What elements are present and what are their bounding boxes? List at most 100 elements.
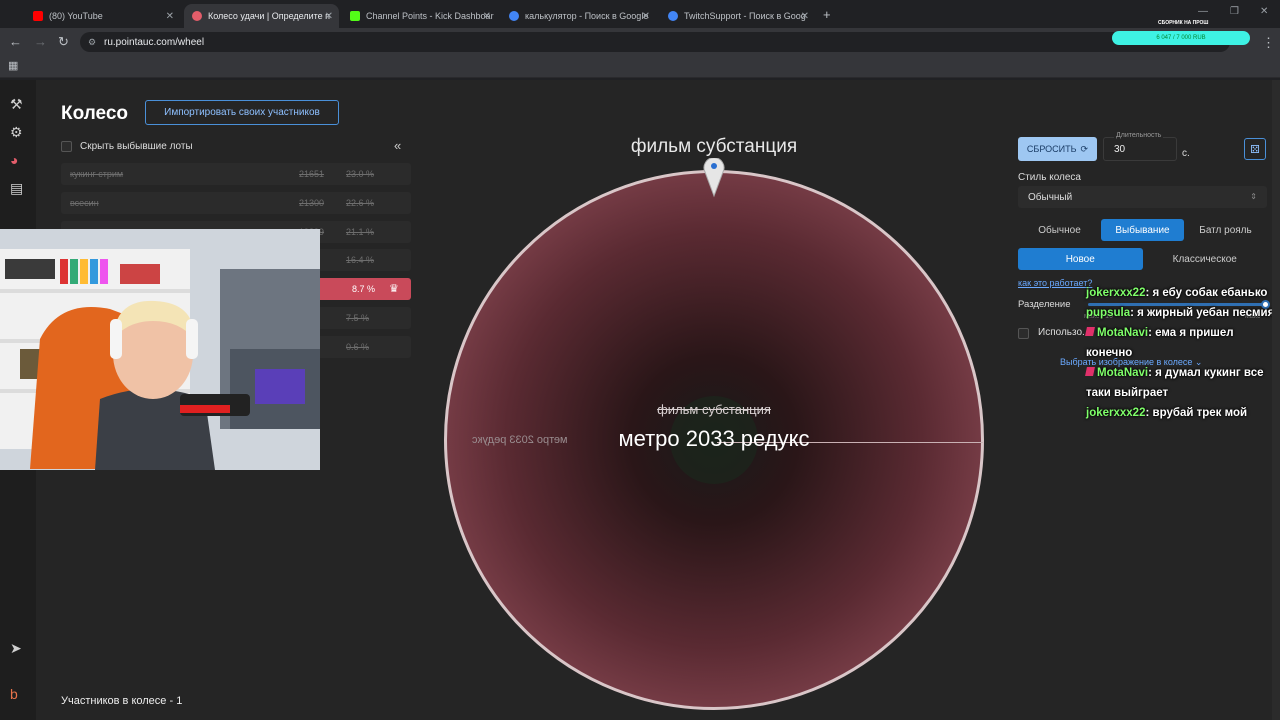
close-icon[interactable]: ✕ (166, 11, 174, 22)
mod-badge-icon (1085, 327, 1095, 336)
wheel-style-select[interactable]: Обычный ⇕ (1018, 186, 1267, 208)
duration-caption: Длительность (1114, 132, 1164, 139)
close-icon[interactable]: ✕ (642, 11, 650, 22)
chat-colon: : (1145, 407, 1153, 419)
mode-toggle: Обычное Выбывание Батл рояль (1018, 219, 1267, 241)
page-scrollbar[interactable] (1272, 80, 1280, 720)
close-icon[interactable]: ✕ (483, 11, 491, 22)
mode-normal[interactable]: Обычное (1018, 219, 1101, 241)
lot-row[interactable]: кукинг стрим 21651 23.0 % (61, 163, 411, 185)
settings-icon[interactable]: ⚙ (10, 124, 23, 141)
chat-message: jokerxxx22: врубай трек мой (1086, 403, 1276, 423)
lot-percent: 22.6 % (346, 197, 375, 208)
tab-title: Channel Points - Kick Dashboar (366, 11, 494, 21)
google-icon (509, 11, 519, 21)
url-text: ru.pointauc.com/wheel (104, 36, 205, 48)
lot-percent: 21.1 % (346, 226, 375, 237)
youtube-icon (33, 11, 43, 21)
random-dice-button[interactable]: ⚄ (1244, 138, 1266, 160)
chat-message: pupsula: я жирный уебан песмия (1086, 303, 1276, 323)
lot-percent: 23.0 % (346, 169, 375, 179)
tab-kick[interactable]: Channel Points - Kick Dashboar ✕ (342, 4, 497, 28)
back-icon[interactable]: ← (9, 34, 22, 49)
variant-classic[interactable]: Классическое (1143, 248, 1268, 270)
close-window-icon[interactable]: ✕ (1260, 6, 1268, 17)
tab-strip: (80) YouTube ✕ Колесо удачи | Определите… (0, 0, 1280, 28)
how-it-works-link[interactable]: как это работает? (1018, 278, 1092, 288)
chat-username: jokerxxx22 (1086, 287, 1146, 299)
lot-row[interactable]: всесин 21300 22.6 % (61, 191, 411, 214)
chat-message: jokerxxx22: я ебу собак ебанько (1086, 283, 1276, 303)
maximize-icon[interactable]: ❐ (1230, 6, 1239, 17)
lot-percent: 0.6 % (346, 341, 370, 352)
wheel-style-value: Обычный (1028, 192, 1073, 203)
duration-unit: с. (1182, 148, 1190, 159)
hide-dropped-checkbox[interactable] (61, 141, 72, 152)
dice-icon: ⚄ (1250, 143, 1260, 156)
lot-percent: 8.7 % (352, 284, 376, 295)
variant-new[interactable]: Новое (1018, 248, 1143, 270)
chat-username: MotaNavi (1097, 367, 1149, 379)
new-tab-button[interactable]: + (823, 7, 831, 22)
tab-calculator[interactable]: калькулятор - Поиск в Google ✕ (501, 4, 656, 28)
chat-message: MotaNavi: ема я пришел конечно (1085, 323, 1276, 363)
lot-amount: 21300 (299, 197, 325, 208)
chat-colon: : (1145, 287, 1153, 299)
page-title: Колесо (61, 103, 129, 124)
chat-text: я ебу собак ебанько (1152, 287, 1268, 299)
lot-percent: 16.4 % (346, 255, 375, 266)
mode-battle-royale[interactable]: Батл рояль (1184, 219, 1267, 241)
use-option-label: Использо... (1038, 327, 1091, 338)
chat-username: pupsula (1086, 307, 1131, 319)
webcam-overlay (0, 229, 320, 470)
telegram-icon[interactable]: ➤ (10, 640, 22, 657)
participants-count: Участников в колесе - 1 (61, 695, 183, 707)
lot-name: всесин (70, 197, 99, 208)
chat-text: я жирный уебан песмия (1137, 307, 1275, 319)
wheel-segment-label: метро 2033 редукс (472, 434, 568, 446)
forward-icon[interactable]: → (34, 34, 47, 49)
address-bar[interactable]: ⚙ ru.pointauc.com/wheel (80, 32, 1230, 52)
webcam-image (0, 229, 320, 470)
reload-icon[interactable]: ↻ (58, 34, 69, 50)
wheel-nav-icon[interactable]: ◕ (10, 152, 18, 168)
tab-twitchsupport[interactable]: TwitchSupport - Поиск в Goog ✕ (660, 4, 815, 28)
dropped-lot-label: фильм субстанция (657, 402, 771, 417)
tab-title: Колесо удачи | Определите п (208, 11, 331, 21)
minimize-icon[interactable]: — (1198, 6, 1208, 17)
use-option-checkbox[interactable] (1018, 328, 1029, 339)
donation-goal-bar: 6 047 / 7 000 RUB (1112, 31, 1250, 45)
apps-icon[interactable]: ▦ (8, 59, 18, 72)
auction-icon[interactable]: ⚒ (10, 96, 23, 113)
stream-chat-overlay: jokerxxx22: я ебу собак ебанько pupsula: … (1085, 283, 1276, 423)
boosty-icon[interactable]: b (10, 686, 18, 702)
donation-goal-caption: СБОРНИК НА ПРОШ (1158, 20, 1209, 26)
trophy-icon: ♛ (389, 283, 399, 296)
collapse-panel-button[interactable]: « (394, 138, 401, 153)
tab-title: калькулятор - Поиск в Google (525, 11, 649, 21)
chat-username: jokerxxx22 (1086, 407, 1146, 419)
menu-icon[interactable]: ⋮ (1262, 35, 1275, 51)
reset-button[interactable]: СБРОСИТЬ ⟳ (1018, 137, 1097, 161)
site-info-icon[interactable]: ⚙ (88, 37, 96, 48)
tab-youtube[interactable]: (80) YouTube ✕ (25, 4, 180, 28)
tab-wheel[interactable]: Колесо удачи | Определите п ✕ (184, 4, 339, 28)
chat-username: MotaNavi (1097, 327, 1149, 339)
mode-elimination[interactable]: Выбывание (1101, 219, 1184, 241)
lot-name: кукинг стрим (70, 169, 124, 179)
duration-field[interactable]: Длительность 30 (1103, 132, 1177, 161)
close-icon[interactable]: ✕ (325, 11, 333, 22)
select-caret-icon: ⇕ (1250, 192, 1257, 201)
kick-icon (350, 11, 360, 21)
close-icon[interactable]: ✕ (801, 11, 809, 22)
google-icon (668, 11, 678, 21)
chat-message: MotaNavi: я думал кукинг все таки выйгра… (1085, 363, 1276, 403)
chat-text: врубай трек мой (1152, 407, 1248, 419)
wheel-icon (192, 11, 202, 21)
wheel-top-label: фильм субстанция (630, 136, 798, 157)
lot-amount: 21651 (299, 169, 325, 179)
lot-percent: 7.5 % (346, 313, 370, 323)
import-participants-button[interactable]: Импортировать своих участников (145, 100, 339, 125)
history-icon[interactable]: ▤ (10, 180, 23, 197)
refresh-icon: ⟳ (1080, 143, 1089, 154)
